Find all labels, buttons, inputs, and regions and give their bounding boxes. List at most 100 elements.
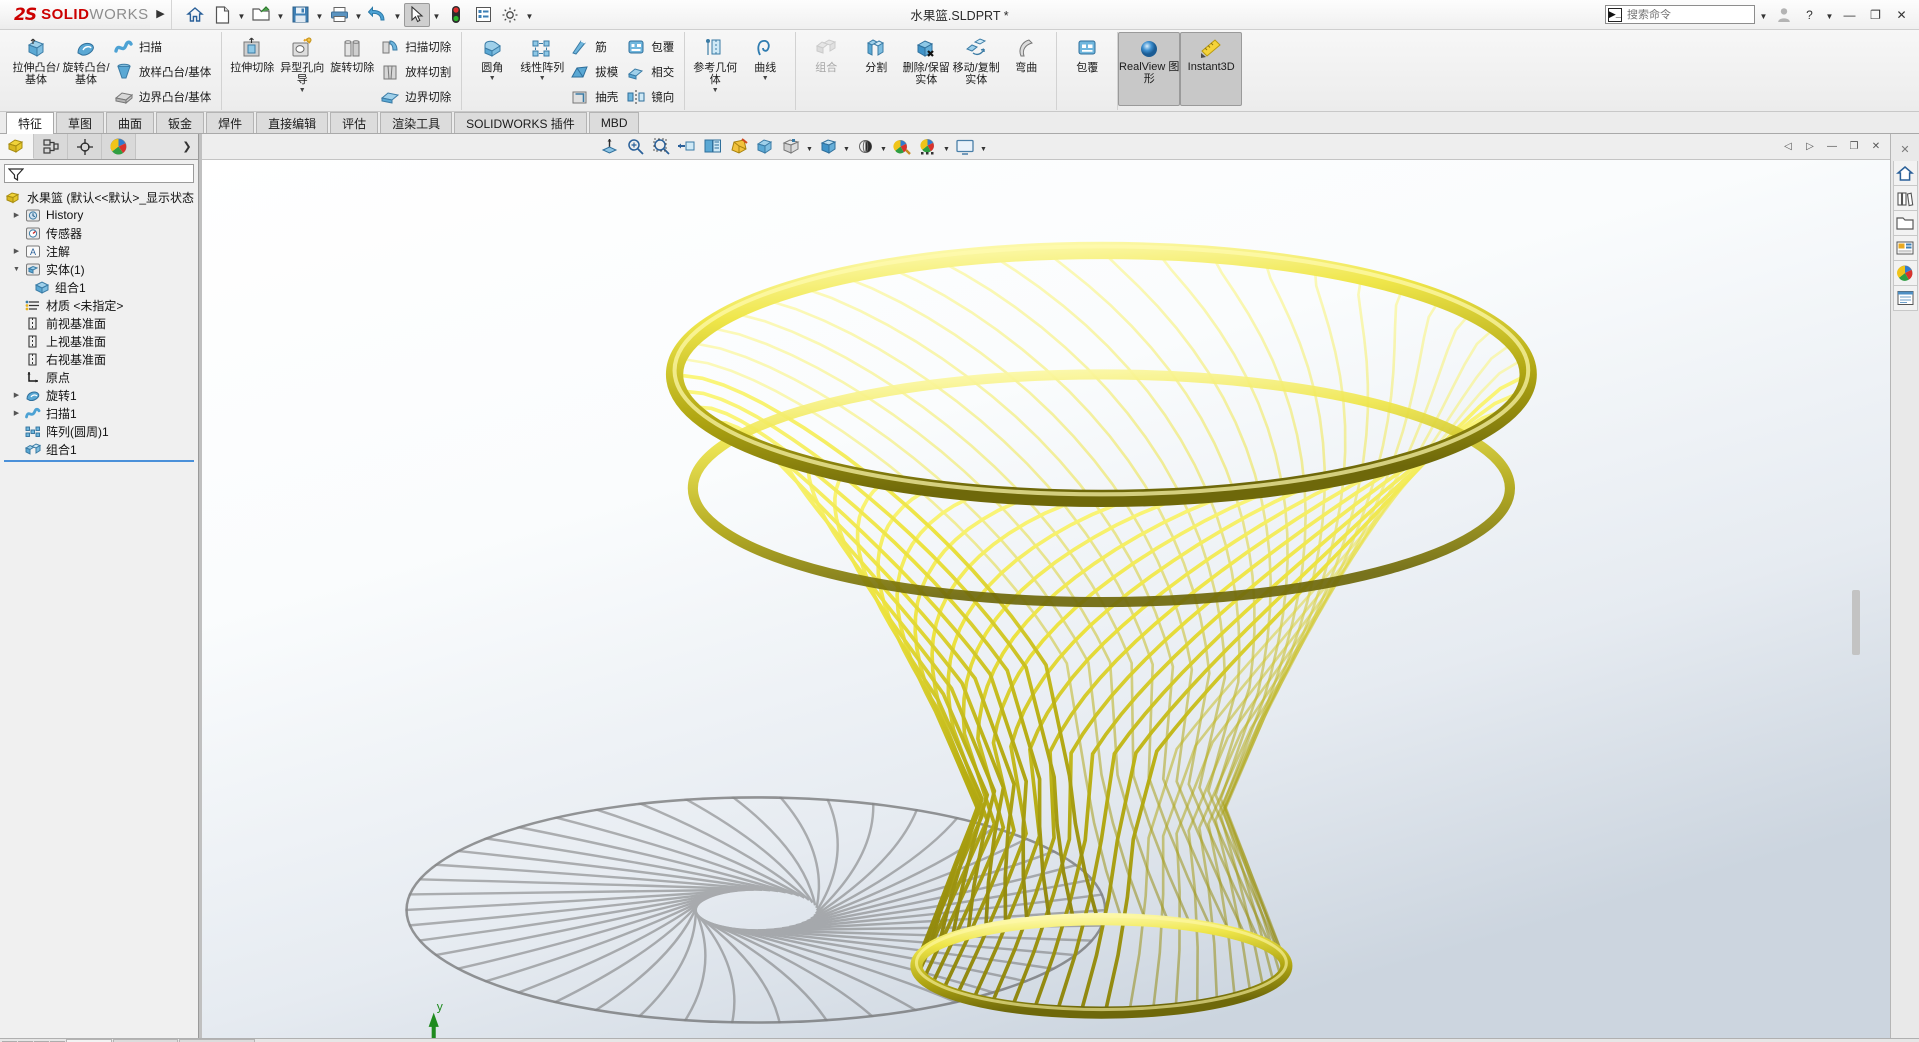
open-folder-icon[interactable] <box>248 3 274 27</box>
tab-sketch[interactable]: 草图 <box>56 112 105 133</box>
tree-item-right-plane[interactable]: 右视基准面 <box>2 350 198 368</box>
combine-button[interactable]: 组合 <box>801 33 851 107</box>
feature-filter-box[interactable] <box>4 164 194 183</box>
tab-evaluate[interactable]: 评估 <box>330 112 379 133</box>
instant3d-button[interactable]: Instant3D <box>1180 32 1243 106</box>
file-explorer-icon[interactable] <box>1892 211 1918 236</box>
print-icon[interactable] <box>326 3 352 27</box>
select-arrow-caret[interactable]: ▼ <box>431 3 442 27</box>
rib-button[interactable]: 筋 <box>567 35 623 59</box>
close-doc-icon[interactable]: ✕ <box>1866 138 1886 156</box>
wrap-button[interactable]: 包覆 <box>623 35 679 59</box>
tree-twisty-history[interactable]: ▶ <box>10 211 23 219</box>
tree-twisty-revolve1[interactable]: ▶ <box>10 391 23 399</box>
restore-button[interactable]: ❐ <box>1864 4 1887 26</box>
zoom-to-area-icon[interactable] <box>623 136 647 158</box>
display-state-icon[interactable] <box>779 136 803 158</box>
tree-item-history[interactable]: ▶ History <box>2 206 198 224</box>
tab-features[interactable]: 特征 <box>6 112 55 134</box>
fillet-caret[interactable]: ▼ <box>489 75 496 83</box>
apply-scene-caret[interactable]: ▼ <box>879 136 888 158</box>
tree-item-annotations[interactable]: ▶ A 注解 <box>2 242 198 260</box>
scene-caret[interactable]: ▼ <box>942 136 951 158</box>
tab-surfaces[interactable]: 曲面 <box>106 112 155 133</box>
tree-twisty-sweep1[interactable]: ▶ <box>10 409 23 417</box>
search-input[interactable] <box>1622 8 1769 21</box>
fillet-button[interactable]: 圆角 ▼ <box>467 33 517 107</box>
tab-weldments[interactable]: 焊件 <box>206 112 255 133</box>
undo-caret[interactable]: ▼ <box>392 3 403 27</box>
model-canvas[interactable]: y x z <box>202 160 1890 1038</box>
restore-doc-icon[interactable]: ❐ <box>1844 138 1864 156</box>
command-search-box[interactable]: ▶_ <box>1605 5 1769 24</box>
display-style-icon[interactable] <box>727 136 751 158</box>
boundary-boss-button[interactable]: 边界凸台/基体 <box>111 85 216 109</box>
wrap-big-button[interactable]: 包覆 <box>1062 33 1112 107</box>
help-caret[interactable]: ▼ <box>1824 3 1835 27</box>
search-caret[interactable]: ▼ <box>1758 3 1769 27</box>
move-copy-body-button[interactable]: 移动/复制实体 <box>951 33 1001 107</box>
tree-item-material[interactable]: 材质 <未指定> <box>2 296 198 314</box>
appearances-scenes-icon[interactable] <box>1892 261 1918 286</box>
tab-solidworks-addins[interactable]: SOLIDWORKS 插件 <box>454 112 587 133</box>
view-orientation-icon[interactable] <box>701 136 725 158</box>
intersect-button[interactable]: 相交 <box>623 60 679 84</box>
hole-wizard-button[interactable]: 异型孔向导 ▼ <box>277 33 327 107</box>
options-caret[interactable]: ▼ <box>524 3 535 27</box>
extrude-boss-button[interactable]: 拉伸凸台/基体 <box>11 33 61 107</box>
minimize-button[interactable]: — <box>1838 4 1861 26</box>
next-window-icon[interactable]: ▷ <box>1800 138 1820 156</box>
curves-caret[interactable]: ▼ <box>762 75 769 83</box>
hole-wizard-caret[interactable]: ▼ <box>299 87 306 95</box>
tree-item-body-combine1[interactable]: 组合1 <box>2 278 198 296</box>
minimize-doc-icon[interactable]: — <box>1822 138 1842 156</box>
design-library-home-icon[interactable] <box>1892 161 1918 186</box>
boundary-cut-button[interactable]: 边界切除 <box>377 85 456 109</box>
configuration-manager-tab[interactable] <box>68 134 102 159</box>
section-view-icon[interactable] <box>675 136 699 158</box>
property-manager-tab[interactable] <box>34 134 68 159</box>
tab-mbd[interactable]: MBD <box>588 112 640 133</box>
viewport-caret[interactable]: ▼ <box>979 136 988 158</box>
mirror-button[interactable]: 镜向 <box>623 85 679 109</box>
tab-direct-editing[interactable]: 直接编辑 <box>256 112 329 133</box>
tree-root[interactable]: 水果篮 (默认<<默认>_显示状态 1>) <box>2 188 198 206</box>
viewport-icon[interactable] <box>953 136 977 158</box>
previous-view-icon[interactable] <box>649 136 673 158</box>
display-state-caret[interactable]: ▼ <box>805 136 814 158</box>
tree-item-origin[interactable]: 原点 <box>2 368 198 386</box>
tree-item-revolve1[interactable]: ▶ 旋转1 <box>2 386 198 404</box>
revolve-boss-button[interactable]: 旋转凸台/基体 <box>61 33 111 107</box>
edit-appearance-icon[interactable] <box>816 136 840 158</box>
flex-button[interactable]: 弯曲 <box>1001 33 1051 107</box>
tree-item-combine1[interactable]: 组合1 <box>2 440 198 458</box>
sweep-button[interactable]: 扫描 <box>111 35 216 59</box>
shell-button[interactable]: 抽壳 <box>567 85 623 109</box>
tree-twisty-annotations[interactable]: ▶ <box>10 247 23 255</box>
realview-graphics-button[interactable]: RealView 图形 <box>1118 32 1181 106</box>
custom-properties-icon[interactable] <box>1892 286 1918 311</box>
delete-keep-body-button[interactable]: 删除/保留实体 <box>901 33 951 107</box>
scene-icon[interactable] <box>916 136 940 158</box>
menu-expand-arrow[interactable]: ▶ <box>150 0 172 29</box>
tree-item-sensors[interactable]: 传感器 <box>2 224 198 242</box>
curves-button[interactable]: 曲线 ▼ <box>740 33 790 107</box>
vertical-scrollbar-thumb[interactable] <box>1852 590 1860 655</box>
new-document-icon[interactable] <box>209 3 235 27</box>
graphics-area[interactable]: ▼ ▼ ▼ ▼ ▼ ◁ ▷ — ❐ ✕ y <box>202 134 1890 1038</box>
view-palette-icon[interactable] <box>1892 236 1918 261</box>
tree-item-solid-bodies[interactable]: ▼ 实体(1) <box>2 260 198 278</box>
prev-window-icon[interactable]: ◁ <box>1778 138 1798 156</box>
options-gear-icon[interactable] <box>497 3 523 27</box>
save-icon[interactable] <box>287 3 313 27</box>
save-caret[interactable]: ▼ <box>314 3 325 27</box>
appearances-icon[interactable] <box>890 136 914 158</box>
tree-item-front-plane[interactable]: 前视基准面 <box>2 314 198 332</box>
display-manager-tab[interactable] <box>102 134 136 159</box>
tree-item-top-plane[interactable]: 上视基准面 <box>2 332 198 350</box>
linear-pattern-caret[interactable]: ▼ <box>539 75 546 83</box>
feature-tree-tab[interactable] <box>0 134 34 159</box>
user-account-icon[interactable] <box>1772 4 1795 26</box>
hide-show-items-icon[interactable] <box>753 136 777 158</box>
file-properties-icon[interactable] <box>470 3 496 27</box>
